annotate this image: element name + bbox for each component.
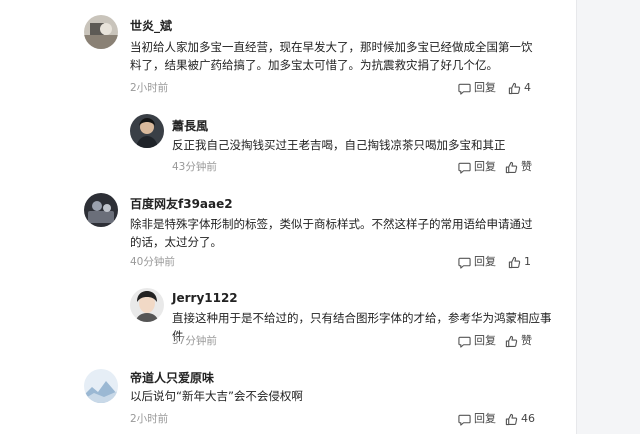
reply-label: 回复 — [474, 334, 496, 347]
thumbs-up-icon — [505, 161, 518, 173]
like-label: 1 — [524, 255, 531, 268]
reply-label: 回复 — [474, 255, 496, 268]
comment-time: 43分钟前 — [172, 161, 217, 173]
like-label: 46 — [521, 412, 535, 425]
comment-text: 当初给人家加多宝一直经营，现在早发大了，那时候加多宝已经做成全国第一饮料了，结果… — [130, 40, 533, 72]
thumbs-up-icon — [508, 256, 521, 268]
comment-time: 2小时前 — [130, 413, 169, 425]
comment-page: 世炎_斌 当初给人家加多宝一直经营，现在早发大了，那时候加多宝已经做成全国第一饮… — [0, 0, 640, 434]
comment-username[interactable]: Jerry1122 — [172, 290, 238, 306]
comment-item: Jerry1122 直接这种用于是不给过的，只有结合图形字体的才给，参考华为鸿蒙… — [0, 280, 576, 360]
reply-button[interactable]: 回复 — [458, 81, 496, 95]
like-button[interactable]: 赞 — [505, 334, 532, 348]
comment-bubble-icon — [458, 414, 471, 426]
like-button[interactable]: 赞 — [505, 160, 532, 174]
side-panel — [576, 0, 640, 434]
reply-button[interactable]: 回复 — [458, 255, 496, 269]
thumbs-up-icon — [505, 335, 518, 347]
user-avatar[interactable] — [130, 114, 164, 148]
user-avatar[interactable] — [84, 193, 118, 227]
reply-button[interactable]: 回复 — [458, 334, 496, 348]
comment-text: 反正我自己没掏钱买过王老吉喝，自己掏钱凉茶只喝加多宝和其正 — [172, 138, 506, 152]
user-avatar[interactable] — [84, 15, 118, 49]
comment-bubble-icon — [458, 257, 471, 269]
comment-bubble-icon — [458, 83, 471, 95]
comment-bubble-icon — [458, 336, 471, 348]
comment-feed: 世炎_斌 当初给人家加多宝一直经营，现在早发大了，那时候加多宝已经做成全国第一饮… — [0, 0, 576, 434]
comment-username[interactable]: 帝道人只爱原味 — [130, 370, 214, 386]
reply-button[interactable]: 回复 — [458, 412, 496, 426]
like-label: 4 — [524, 81, 531, 94]
like-button[interactable]: 4 — [508, 81, 531, 95]
user-avatar[interactable] — [130, 288, 164, 322]
reply-button[interactable]: 回复 — [458, 160, 496, 174]
comment-username[interactable]: 世炎_斌 — [130, 18, 172, 34]
like-label: 赞 — [521, 334, 532, 347]
comment-item: 帝道人只爱原味 以后说句“新年大吉”会不会侵权啊 2小时前 回复 46 — [0, 360, 576, 434]
reply-label: 回复 — [474, 81, 496, 94]
comment-time: 2小时前 — [130, 82, 169, 94]
comment-username[interactable]: 蕭長風 — [172, 118, 208, 134]
like-button[interactable]: 46 — [505, 412, 535, 426]
comment-username[interactable]: 百度网友f39aae2 — [130, 196, 233, 212]
comment-item: 百度网友f39aae2 除非是特殊字体形制的标签，类似于商标样式。不然这样子的常… — [0, 180, 576, 280]
comment-text: 除非是特殊字体形制的标签，类似于商标样式。不然这样子的常用语给申请通过的话，太过… — [130, 217, 533, 249]
like-button[interactable]: 1 — [508, 255, 531, 269]
thumbs-up-icon — [508, 82, 521, 94]
comment-item: 蕭長風 反正我自己没掏钱买过王老吉喝，自己掏钱凉茶只喝加多宝和其正 43分钟前 … — [0, 100, 576, 180]
comment-text: 以后说句“新年大吉”会不会侵权啊 — [130, 389, 303, 403]
comment-bubble-icon — [458, 162, 471, 174]
reply-label: 回复 — [474, 160, 496, 173]
like-label: 赞 — [521, 160, 532, 173]
comment-item: 世炎_斌 当初给人家加多宝一直经营，现在早发大了，那时候加多宝已经做成全国第一饮… — [0, 0, 576, 100]
user-avatar[interactable] — [84, 369, 118, 403]
comment-time: 37分钟前 — [172, 335, 217, 347]
reply-label: 回复 — [474, 412, 496, 425]
comment-time: 40分钟前 — [130, 256, 175, 268]
thumbs-up-icon — [505, 413, 518, 425]
